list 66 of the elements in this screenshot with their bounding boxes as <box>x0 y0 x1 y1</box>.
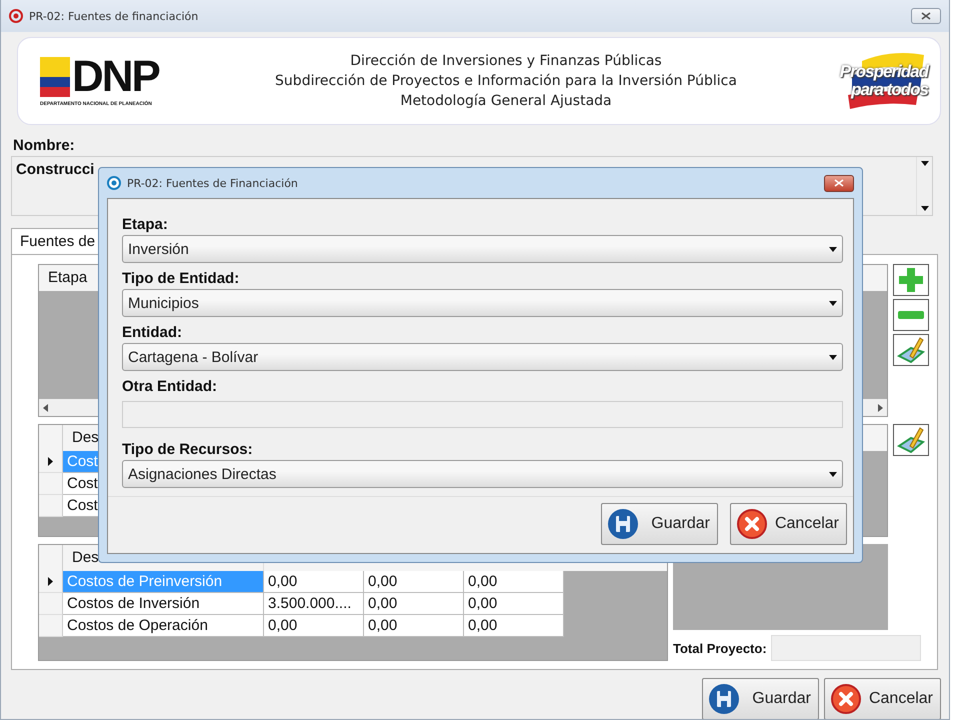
cancel-button[interactable]: Cancelar <box>824 678 941 719</box>
app-icon <box>107 176 121 190</box>
field-label: Tipo de Entidad: <box>122 269 240 289</box>
plus-icon <box>898 267 924 293</box>
scroll-left-icon[interactable] <box>43 404 48 412</box>
minus-icon <box>898 311 924 319</box>
caret-icon <box>829 246 837 252</box>
field-label: Etapa: <box>122 215 169 235</box>
table-cell: 3.500.000.... <box>264 593 364 615</box>
dropdown[interactable]: Cartagena - Bolívar <box>122 343 843 371</box>
field-label: Entidad: <box>122 323 183 343</box>
dialog-title: PR-02: Fuentes de Financiación <box>127 176 298 190</box>
table-cell: 0,00 <box>464 593 564 615</box>
caret-icon <box>920 206 928 211</box>
name-label: Nombre: <box>13 137 76 154</box>
caret-icon <box>920 161 928 166</box>
cancel-icon <box>830 683 862 715</box>
table-cell: 0,00 <box>264 571 364 593</box>
input-field[interactable] <box>122 401 843 428</box>
header-line: Dirección de Inversiones y Finanzas Públicas <box>350 52 662 71</box>
floppy-disk-icon <box>708 683 740 715</box>
field-label: Otra Entidad: <box>122 377 218 397</box>
close-button[interactable] <box>911 8 941 24</box>
add-button[interactable] <box>893 264 929 296</box>
table-cell: 0,00 <box>364 615 464 637</box>
scrollbar[interactable] <box>916 157 932 215</box>
cancel-icon <box>736 508 768 540</box>
cancel-button[interactable]: Cancelar <box>730 503 847 545</box>
close-icon <box>921 12 931 20</box>
scroll-right-icon[interactable] <box>878 404 883 412</box>
table-cell: Costos de Preinversión <box>63 571 264 593</box>
table-cell: 0,00 <box>364 571 464 593</box>
edit-button[interactable] <box>893 424 929 456</box>
table-cell: Costos de Operación <box>63 615 264 637</box>
app-icon <box>9 9 23 23</box>
caret-icon <box>829 300 837 306</box>
table-cell: 0,00 <box>464 615 564 637</box>
edit-icon <box>896 336 926 364</box>
flag-icon <box>40 57 70 97</box>
row-header[interactable] <box>39 571 63 593</box>
close-button[interactable] <box>824 174 854 192</box>
caret-icon <box>829 472 837 476</box>
row-pointer-icon <box>48 457 53 466</box>
total-field[interactable] <box>770 635 921 661</box>
row-header[interactable] <box>39 451 63 473</box>
caret-icon <box>829 354 837 360</box>
dropdown[interactable]: Asignaciones Directas <box>122 460 843 488</box>
table-cell: 0,00 <box>264 615 364 637</box>
table-cell: 0,00 <box>364 593 464 615</box>
row-pointer-icon <box>48 577 53 586</box>
total-label: Total Proyecto: <box>673 640 767 656</box>
table-cell: Costos de Inversión <box>63 593 264 615</box>
logo-acronym: DNP <box>72 55 159 99</box>
edit-button[interactable] <box>893 334 929 366</box>
remove-button[interactable] <box>893 299 929 331</box>
header-line: Metodología General Ajustada <box>400 92 612 111</box>
floppy-disk-icon <box>607 508 639 540</box>
save-button[interactable]: Guardar <box>601 503 718 545</box>
dropdown[interactable]: Inversión <box>122 235 843 263</box>
table-cell: 0,00 <box>464 571 564 593</box>
close-icon <box>834 179 844 187</box>
edit-icon <box>896 426 926 454</box>
window-title: PR-02: Fuentes de financiación <box>29 10 198 22</box>
header-line: Subdirección de Proyectos e Información para la Inversión Pública <box>275 72 737 91</box>
dropdown[interactable]: Municipios <box>122 289 843 317</box>
save-button[interactable]: Guardar <box>702 678 819 719</box>
